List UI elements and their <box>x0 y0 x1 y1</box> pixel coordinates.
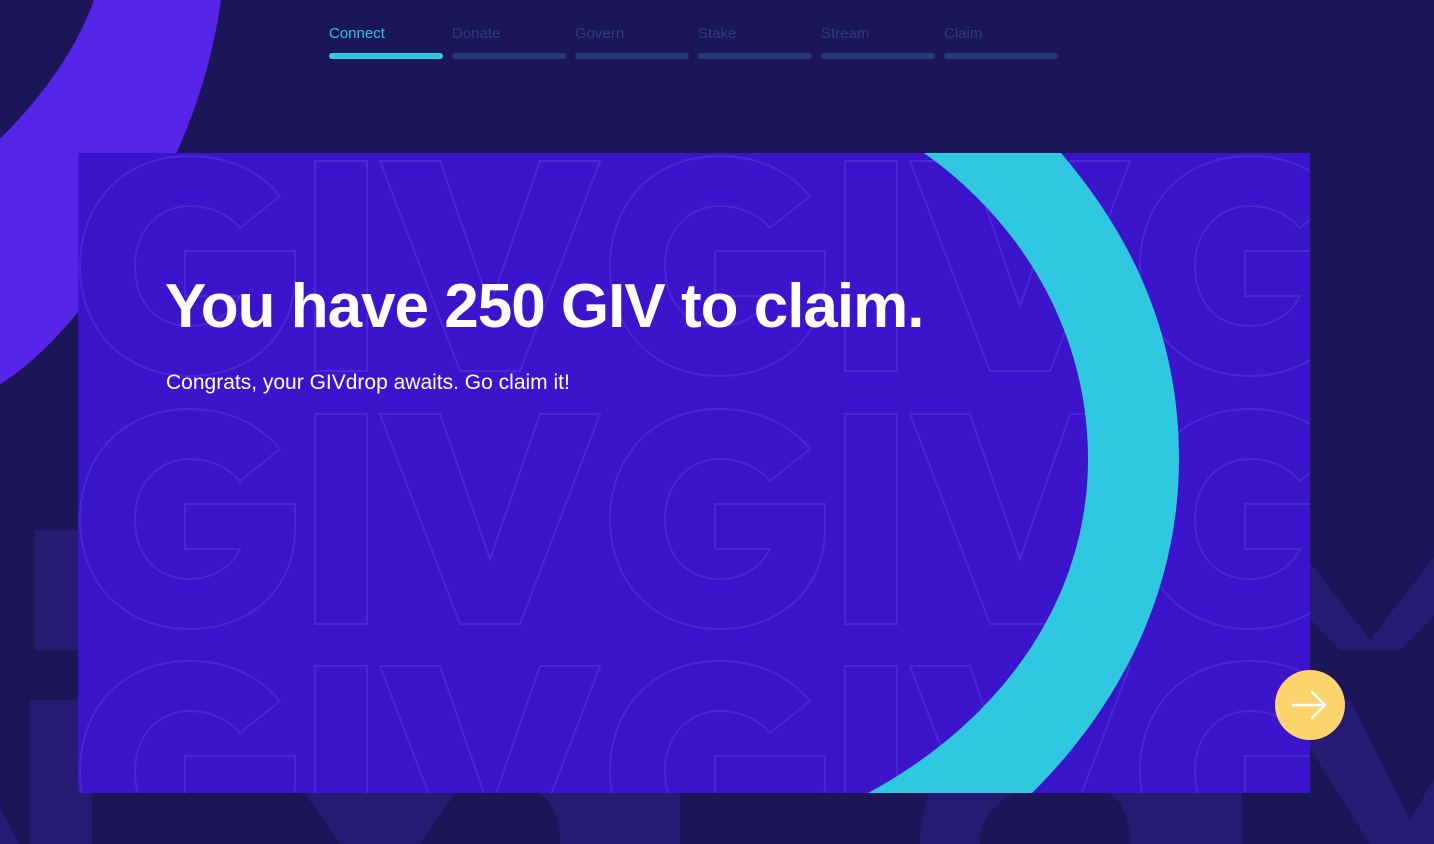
step-progress-bar <box>575 53 689 59</box>
claim-title: You have 250 GIV to claim. <box>165 272 924 341</box>
page: Connect Donate Govern Stake Stream Claim <box>0 0 1434 844</box>
step-donate[interactable]: Donate <box>452 24 566 59</box>
step-progress-bar <box>452 53 566 59</box>
step-progress-bar <box>698 53 812 59</box>
onboarding-stepper: Connect Donate Govern Stake Stream Claim <box>329 24 1058 59</box>
claim-subtitle: Congrats, your GIVdrop awaits. Go claim … <box>166 371 570 394</box>
arrow-right-icon <box>1291 690 1327 720</box>
step-label: Govern <box>575 25 625 42</box>
step-progress-bar <box>944 53 1058 59</box>
step-label: Connect <box>329 25 385 42</box>
step-progress-bar <box>329 53 443 59</box>
cyan-ring-decoration <box>868 153 1179 793</box>
step-connect[interactable]: Connect <box>329 24 443 59</box>
step-label: Donate <box>452 25 501 42</box>
step-claim[interactable]: Claim <box>944 24 1058 59</box>
claim-card: You have 250 GIV to claim. Congrats, you… <box>78 153 1310 793</box>
step-label: Stake <box>698 25 737 42</box>
step-label: Claim <box>944 25 983 42</box>
step-govern[interactable]: Govern <box>575 24 689 59</box>
step-stream[interactable]: Stream <box>821 24 935 59</box>
next-button[interactable] <box>1275 670 1345 740</box>
step-label: Stream <box>821 25 870 42</box>
step-stake[interactable]: Stake <box>698 24 812 59</box>
step-progress-bar <box>821 53 935 59</box>
